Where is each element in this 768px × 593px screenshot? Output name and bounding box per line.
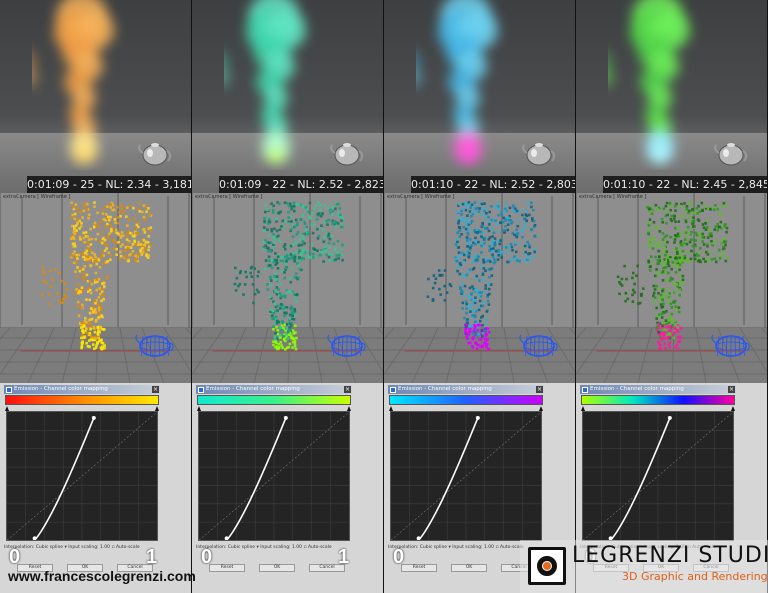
interpolation-options[interactable]: Interpolation: Cubic spline ▾ Input scal… (196, 545, 332, 550)
ok-button[interactable]: OK (451, 564, 487, 572)
dialog-titlebar[interactable]: Emission - Channel color mapping × (388, 385, 544, 394)
column-divider (191, 0, 192, 383)
dialog-button-row: ResetOKCancel (202, 564, 352, 572)
curve-point-icon[interactable] (416, 536, 421, 541)
studio-name: LEGRENZI STUDIO (572, 543, 768, 568)
dialog-app-icon (198, 386, 204, 393)
curve-editor[interactable] (390, 411, 542, 541)
axis-zero-label: 0 (393, 546, 405, 568)
curve-point-icon[interactable] (475, 415, 480, 420)
viewport-label[interactable]: extraCamera [ Wireframe ] (195, 194, 262, 200)
teapot-icon (138, 143, 172, 166)
viewport-scene (384, 193, 575, 383)
smoke-plume (607, 0, 690, 164)
curve-point-icon[interactable] (91, 415, 96, 420)
render-panel: 0:01:10 - 22 - NL: 2.52 - 2,803,064 (384, 0, 575, 193)
curve-editor[interactable] (582, 411, 734, 541)
render-panel: 0:01:10 - 22 - NL: 2.45 - 2,845,762 (576, 0, 767, 193)
curve-editor[interactable] (6, 411, 158, 541)
column-divider (383, 0, 384, 383)
render-panel: 0:01:09 - 25 - NL: 2.34 - 3,181,831 (0, 0, 191, 193)
render-stats-label: 0:01:10 - 22 - NL: 2.52 - 2,803,064 (411, 176, 575, 193)
website-url[interactable]: www.francescolegrenzi.com (8, 568, 196, 584)
interpolation-options[interactable]: Interpolation: Cubic spline ▾ Input scal… (4, 545, 140, 550)
smoke-plume (415, 0, 498, 164)
color-mapping-dialog: Emission - Channel color mapping × Interpo… (0, 383, 191, 593)
viewport-scene (192, 193, 383, 383)
wireframe-viewport[interactable]: extraCamera [ Wireframe ] (0, 193, 191, 383)
dialog-title: Emission - Channel color mapping (206, 386, 300, 392)
wireframe-viewport[interactable]: extraCamera [ Wireframe ] (576, 193, 767, 383)
dialog-titlebar[interactable]: Emission - Channel color mapping × (4, 385, 160, 394)
dialog-app-icon (582, 386, 588, 393)
ok-button[interactable]: OK (259, 564, 295, 572)
dialog-titlebar[interactable]: Emission - Channel color mapping × (580, 385, 736, 394)
column-divider (575, 0, 576, 383)
viewport-label[interactable]: extraCamera [ Wireframe ] (387, 194, 454, 200)
axis-one-label: 1 (146, 546, 158, 568)
teapot-icon (330, 143, 364, 166)
color-ramp[interactable] (389, 395, 543, 405)
axis-one-label: 1 (338, 546, 350, 568)
axis-zero-label: 0 (201, 546, 213, 568)
reset-button[interactable]: Reset (401, 564, 437, 572)
viewport-scene (0, 193, 191, 383)
viewport-label[interactable]: extraCamera [ Wireframe ] (579, 194, 646, 200)
dialog-title: Emission - Channel color mapping (14, 386, 108, 392)
dialog-title: Emission - Channel color mapping (590, 386, 684, 392)
dialog-titlebar[interactable]: Emission - Channel color mapping × (196, 385, 352, 394)
comparison-sheet: 0:01:09 - 25 - NL: 2.34 - 3,181,831extra… (0, 0, 768, 593)
wireframe-viewport[interactable]: extraCamera [ Wireframe ] (192, 193, 383, 383)
curve-point-icon[interactable] (283, 415, 288, 420)
render-stats-label: 0:01:09 - 22 - NL: 2.52 - 2,823,887 (219, 176, 383, 193)
color-ramp[interactable] (5, 395, 159, 405)
curve-point-icon[interactable] (667, 415, 672, 420)
interpolation-options[interactable]: Interpolation: Cubic spline ▾ Input scal… (388, 545, 524, 550)
teapot-icon (714, 143, 748, 166)
color-ramp[interactable] (581, 395, 735, 405)
color-mapping-dialog: Emission - Channel color mapping × Interpo… (192, 383, 383, 593)
viewport-scene (576, 193, 767, 383)
render-stats-label: 0:01:10 - 22 - NL: 2.45 - 2,845,762 (603, 176, 767, 193)
close-icon[interactable]: × (728, 386, 735, 393)
studio-tagline: 3D Graphic and Rendering (622, 570, 768, 583)
dialog-title: Emission - Channel color mapping (398, 386, 492, 392)
close-icon[interactable]: × (152, 386, 159, 393)
dialog-app-icon (390, 386, 396, 393)
axis-zero-label: 0 (9, 546, 21, 568)
reset-button[interactable]: Reset (209, 564, 245, 572)
close-icon[interactable]: × (344, 386, 351, 393)
studio-logo-icon (528, 547, 566, 585)
dialog-app-icon (6, 386, 12, 393)
curve-point-icon[interactable] (224, 536, 229, 541)
color-ramp[interactable] (197, 395, 351, 405)
viewport-label[interactable]: extraCamera [ Wireframe ] (3, 194, 70, 200)
smoke-plume (223, 0, 306, 164)
teapot-icon (522, 143, 556, 166)
smoke-plume (31, 0, 114, 164)
close-icon[interactable]: × (536, 386, 543, 393)
curve-editor[interactable] (198, 411, 350, 541)
render-panel: 0:01:09 - 22 - NL: 2.52 - 2,823,887 (192, 0, 383, 193)
studio-brand: LEGRENZI STUDIO 3D Graphic and Rendering (520, 540, 768, 593)
curve-point-icon[interactable] (32, 536, 37, 541)
render-stats-label: 0:01:09 - 25 - NL: 2.34 - 3,181,831 (27, 176, 191, 193)
wireframe-viewport[interactable]: extraCamera [ Wireframe ] (384, 193, 575, 383)
